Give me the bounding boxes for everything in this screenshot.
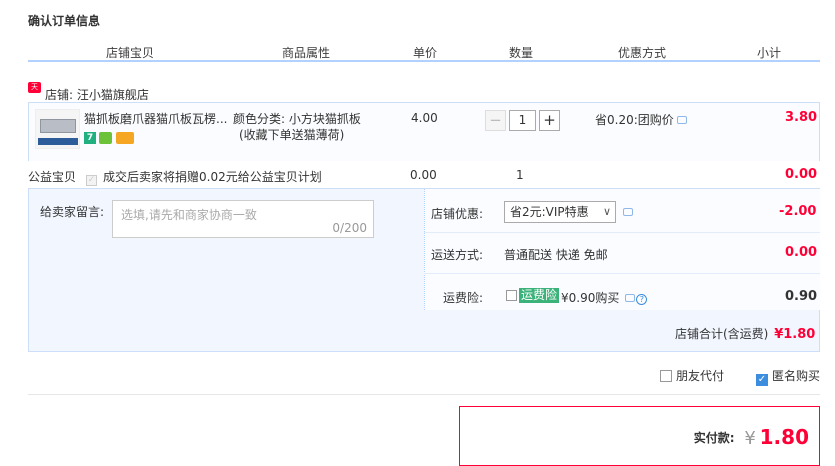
shop-total-label: 店铺合计(含运费) [675,327,769,341]
payment-line: 实付款: ¥ 1.80 [694,425,809,449]
charity-label: 公益宝贝 [28,170,77,184]
item-subtotal: 3.80 [785,110,818,125]
anonymous-purchase-option[interactable]: ✓ 匿名购买 [756,367,820,386]
message-bubble-icon[interactable] [623,208,633,216]
charity-desc-text: 成交后卖家将捐赠0.02元给公益宝贝计划 [103,170,322,184]
message-label: 给卖家留言: [40,205,105,219]
guarantee-icon [99,132,112,144]
seven-day-return-icon: 7 [84,132,96,144]
charity-quantity: 1 [516,168,524,182]
shipping-amount: 0.00 [785,245,818,260]
payment-amount: 1.80 [759,425,809,449]
col-header-unit-price: 单价 [413,46,438,60]
credit-card-icon [116,132,134,144]
shop-name[interactable]: 店铺: 汪小猫旗舰店 [45,88,149,102]
item-attr-line1: 颜色分类: 小方块猫抓板 [233,112,361,126]
insurance-label: 运费险: [443,291,484,305]
item-unit-price: 4.00 [411,111,438,125]
item-discount-text: 省0.20:团购价 [595,113,674,127]
shop-info: 天猫 店铺: 汪小猫旗舰店 [28,82,149,103]
message-bubble-icon[interactable] [625,294,636,302]
shipping-method: 普通配送 快递 免邮 [504,248,608,262]
item-thumbnail[interactable] [35,109,80,149]
payment-label: 实付款: [693,431,735,445]
message-char-count: 0/200 [332,221,367,235]
item-title[interactable]: 猫抓板磨爪器猫爪板瓦楞... [84,110,227,127]
currency-symbol: ¥ [744,428,756,449]
shop-total-amount: ¥1.80 [774,327,816,342]
shipping-label: 运送方式: [431,248,484,262]
quantity-decrease-button[interactable]: − [485,110,506,131]
order-table-header: 店铺宝贝 商品属性 单价 数量 优惠方式 小计 [28,42,820,62]
item-attr-line2: (收藏下单送猫薄荷) [239,128,345,142]
friend-pay-option[interactable]: 朋友代付 [660,367,724,384]
insurance-price-text: ¥0.90购买 [561,291,620,305]
col-header-quantity: 数量 [509,46,534,60]
row-divider [424,273,820,274]
col-header-attributes: 商品属性 [282,46,331,60]
product-image-band [38,138,78,145]
charity-subtotal: 0.00 [785,167,818,182]
item-discount: 省0.20:团购价 [595,111,687,128]
insurance-checkbox[interactable] [506,290,517,301]
friend-pay-label: 朋友代付 [676,369,725,383]
product-image-mat [40,119,76,133]
col-header-shop-item: 店铺宝贝 [106,46,155,60]
insurance-offer: ¥0.90购买? [561,289,648,306]
shop-discount-value: 省2元:VIP特惠 [510,205,589,219]
charity-desc: ✓ 成交后卖家将捐赠0.02元给公益宝贝计划 [86,168,322,186]
col-header-subtotal: 小计 [757,46,782,60]
chevron-down-icon: ∨ [602,205,611,218]
help-icon[interactable]: ? [636,294,648,305]
insurance-amount: 0.90 [785,289,818,304]
page-title: 确认订单信息 [28,14,101,28]
shop-total: 店铺合计(含运费) ¥1.80 [675,325,815,342]
charity-checkbox: ✓ [86,175,97,186]
shop-discount-amount: -2.00 [779,204,817,219]
shop-discount-select[interactable]: 省2元:VIP特惠 ∨ [504,201,616,223]
friend-pay-checkbox[interactable] [660,370,672,382]
col-header-discount: 优惠方式 [618,46,667,60]
insurance-badge: 运费险 [519,288,560,303]
seller-message-textarea[interactable]: 选填,请先和商家协商一致 0/200 [112,200,374,238]
quantity-input[interactable]: 1 [509,110,536,131]
anonymous-checkbox[interactable]: ✓ [756,374,768,386]
message-placeholder: 选填,请先和商家协商一致 [121,208,257,222]
shop-discount-label: 店铺优惠: [431,207,484,221]
divider [28,394,820,395]
message-bubble-icon[interactable] [676,116,687,124]
tmall-icon: 天猫 [28,82,41,102]
payment-summary-box: 实付款: ¥ 1.80 [459,406,820,466]
charity-price: 0.00 [410,168,437,182]
row-divider [424,232,820,233]
anonymous-label: 匿名购买 [772,369,821,383]
quantity-increase-button[interactable]: + [539,110,560,131]
